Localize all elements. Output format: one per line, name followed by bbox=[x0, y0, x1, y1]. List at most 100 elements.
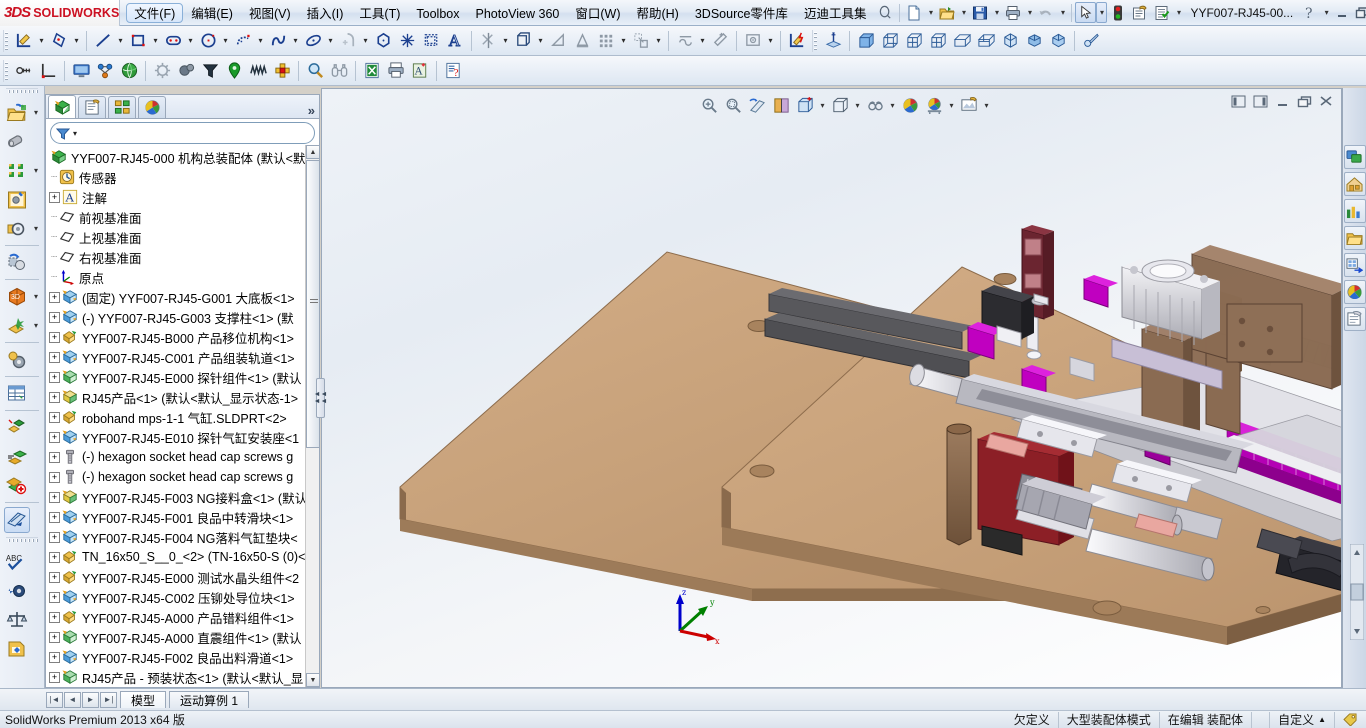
menu-insert[interactable]: 插入(I) bbox=[299, 3, 352, 23]
property-manager-tab[interactable] bbox=[78, 96, 106, 118]
assembly-features-icon[interactable]: 3D bbox=[4, 284, 30, 310]
expand-toggle-icon[interactable]: + bbox=[49, 411, 60, 423]
expand-toggle-icon[interactable]: + bbox=[49, 671, 60, 683]
menu-edit[interactable]: 编辑(E) bbox=[183, 3, 241, 23]
expand-toggle-icon[interactable]: + bbox=[49, 591, 60, 603]
arc-icon[interactable] bbox=[231, 29, 255, 53]
feature-tree-item[interactable]: + YYF007-RJ45-F002 良品出料滑道<1> bbox=[46, 647, 305, 667]
feature-tree-item[interactable]: + TN_16x50_S__0_<2> (TN-16x50-S (0)< bbox=[46, 547, 305, 567]
feature-tree-item[interactable]: + RJ45产品 - 预装状态<1> (默认<默认_显 bbox=[46, 667, 305, 687]
new-document-caret-icon[interactable]: ▾ bbox=[925, 2, 936, 24]
open-caret-icon[interactable]: ▾ bbox=[958, 2, 969, 24]
first-tab-icon[interactable]: |◄ bbox=[46, 691, 63, 708]
expand-toggle-icon[interactable]: + bbox=[49, 291, 60, 303]
smart-fasteners-icon[interactable] bbox=[4, 187, 30, 213]
checklist-icon[interactable]: ? bbox=[441, 59, 465, 83]
feature-tree-item[interactable]: ┈ 传感器 bbox=[46, 167, 305, 187]
feature-tree-filter[interactable]: ▾ bbox=[50, 122, 315, 144]
view-orientation-icon[interactable] bbox=[793, 93, 817, 117]
menu-3dsource[interactable]: 3DSource零件库 bbox=[687, 3, 796, 23]
new-motion-study-icon[interactable] bbox=[4, 347, 30, 373]
feature-tree-item[interactable]: + YYF007-RJ45-F003 NG接料盒<1> (默认 bbox=[46, 487, 305, 507]
measure-icon[interactable] bbox=[12, 59, 36, 83]
view-top-icon[interactable] bbox=[950, 29, 974, 53]
doc-restore-icon[interactable] bbox=[1296, 94, 1313, 109]
help-caret-icon[interactable]: ▾ bbox=[1321, 2, 1332, 24]
document-properties-icon[interactable] bbox=[1151, 2, 1173, 24]
display-manager-tab[interactable] bbox=[138, 96, 166, 118]
spline-caret-icon[interactable]: ▾ bbox=[290, 29, 301, 53]
select-caret-icon[interactable]: ▾ bbox=[1096, 2, 1108, 23]
feature-tree-item[interactable]: ┈ 上视基准面 bbox=[46, 227, 305, 247]
rapid-sketch-icon[interactable] bbox=[785, 29, 809, 53]
sketch-caret-icon[interactable]: ▾ bbox=[36, 29, 47, 53]
linear-pattern-caret-icon[interactable]: ▾ bbox=[30, 158, 42, 184]
move-component-caret-icon[interactable]: ▾ bbox=[30, 216, 42, 242]
expand-toggle-icon[interactable]: + bbox=[49, 431, 60, 443]
new-document-icon[interactable] bbox=[903, 2, 925, 24]
expand-toggle-icon[interactable]: + bbox=[49, 571, 60, 583]
menu-view[interactable]: 视图(V) bbox=[241, 3, 299, 23]
bill-of-materials-icon[interactable] bbox=[4, 381, 30, 407]
rectangle-icon[interactable] bbox=[126, 29, 150, 53]
spring-icon[interactable] bbox=[246, 59, 270, 83]
insert-components-caret-icon[interactable]: ▾ bbox=[30, 100, 42, 126]
help-icon[interactable]: ? bbox=[1299, 2, 1321, 24]
customize-caret-icon[interactable]: ▲ bbox=[1318, 715, 1326, 724]
zoom-to-area-icon[interactable] bbox=[721, 93, 745, 117]
feature-tree-item[interactable]: + (-) hexagon socket head cap screws g bbox=[46, 467, 305, 487]
display-style-icon[interactable] bbox=[828, 93, 852, 117]
print-icon[interactable] bbox=[1002, 2, 1024, 24]
custom-properties-icon[interactable] bbox=[1343, 307, 1366, 331]
feature-tree-item[interactable]: ┈ 原点 bbox=[46, 267, 305, 287]
feature-tree-item[interactable]: + YYF007-RJ45-F001 良品中转滑块<1> bbox=[46, 507, 305, 527]
view-right-icon[interactable] bbox=[926, 29, 950, 53]
feature-manager-more-icon[interactable]: » bbox=[308, 103, 315, 118]
view-orientation-caret-icon[interactable]: ▾ bbox=[817, 93, 828, 117]
explode-line-sketch-icon[interactable] bbox=[4, 444, 30, 470]
expand-toggle-icon[interactable]: + bbox=[49, 351, 60, 363]
expand-toggle-icon[interactable]: + bbox=[49, 491, 60, 503]
feature-tree-item[interactable]: + YYF007-RJ45-F004 NG落料气缸垫块< bbox=[46, 527, 305, 547]
zoom-search-icon[interactable] bbox=[303, 59, 327, 83]
view-palette-icon[interactable] bbox=[1343, 253, 1366, 277]
expand-toggle-icon[interactable]: + bbox=[49, 331, 60, 343]
tab-motion-study[interactable]: 运动算例 1 bbox=[169, 691, 250, 708]
expand-toggle-icon[interactable]: + bbox=[49, 471, 60, 483]
previous-view-icon[interactable] bbox=[745, 93, 769, 117]
feature-tree-tab[interactable] bbox=[48, 95, 76, 118]
sketch-icon[interactable] bbox=[12, 29, 36, 53]
toolbar-grip-3[interactable] bbox=[3, 59, 10, 82]
menu-photoview[interactable]: PhotoView 360 bbox=[467, 3, 567, 23]
feature-tree-item[interactable]: + YYF007-RJ45-C001 产品组装轨道<1> bbox=[46, 347, 305, 367]
expand-toggle-icon[interactable]: + bbox=[49, 391, 60, 403]
menu-help[interactable]: 帮助(H) bbox=[628, 3, 686, 23]
display-style-caret-icon[interactable]: ▾ bbox=[852, 93, 863, 117]
menu-maidi[interactable]: 迈迪工具集 bbox=[796, 3, 875, 23]
appearances-scenes-icon[interactable] bbox=[1343, 280, 1366, 304]
marker-icon[interactable] bbox=[222, 59, 246, 83]
panel-splitter-handle[interactable]: ◄◄ ◄◄ bbox=[314, 378, 327, 418]
insert-components-icon[interactable] bbox=[4, 100, 30, 126]
expand-toggle-icon[interactable]: + bbox=[49, 631, 60, 643]
ellipse-caret-icon[interactable]: ▾ bbox=[325, 29, 336, 53]
view-trimetric-icon[interactable] bbox=[1046, 29, 1070, 53]
section-view-icon[interactable] bbox=[1079, 29, 1103, 53]
polygon-icon[interactable] bbox=[371, 29, 395, 53]
apply-scene-caret-icon[interactable]: ▾ bbox=[946, 93, 957, 117]
menu-toolbox[interactable]: Toolbox bbox=[408, 3, 467, 23]
restore-icon[interactable] bbox=[1352, 4, 1366, 22]
toolbar-grip-2[interactable] bbox=[812, 29, 819, 52]
line-caret-icon[interactable]: ▾ bbox=[115, 29, 126, 53]
assembly-features-caret-icon[interactable]: ▾ bbox=[30, 284, 42, 310]
reference-geometry-caret-icon[interactable]: ▾ bbox=[30, 313, 42, 339]
feature-tree-item[interactable]: + YYF007-RJ45-C002 压铆处导位块<1> bbox=[46, 587, 305, 607]
scroll-down-icon[interactable]: ▼ bbox=[306, 673, 320, 687]
view-settings-caret-icon[interactable]: ▾ bbox=[981, 93, 992, 117]
print-caret-icon[interactable]: ▾ bbox=[1024, 2, 1035, 24]
expand-toggle-icon[interactable]: + bbox=[49, 531, 60, 543]
arc-caret-icon[interactable]: ▾ bbox=[255, 29, 266, 53]
reference-geometry-icon[interactable] bbox=[4, 313, 30, 339]
menu-window[interactable]: 窗口(W) bbox=[567, 3, 628, 23]
spell-check-icon[interactable]: ABC bbox=[4, 549, 30, 575]
